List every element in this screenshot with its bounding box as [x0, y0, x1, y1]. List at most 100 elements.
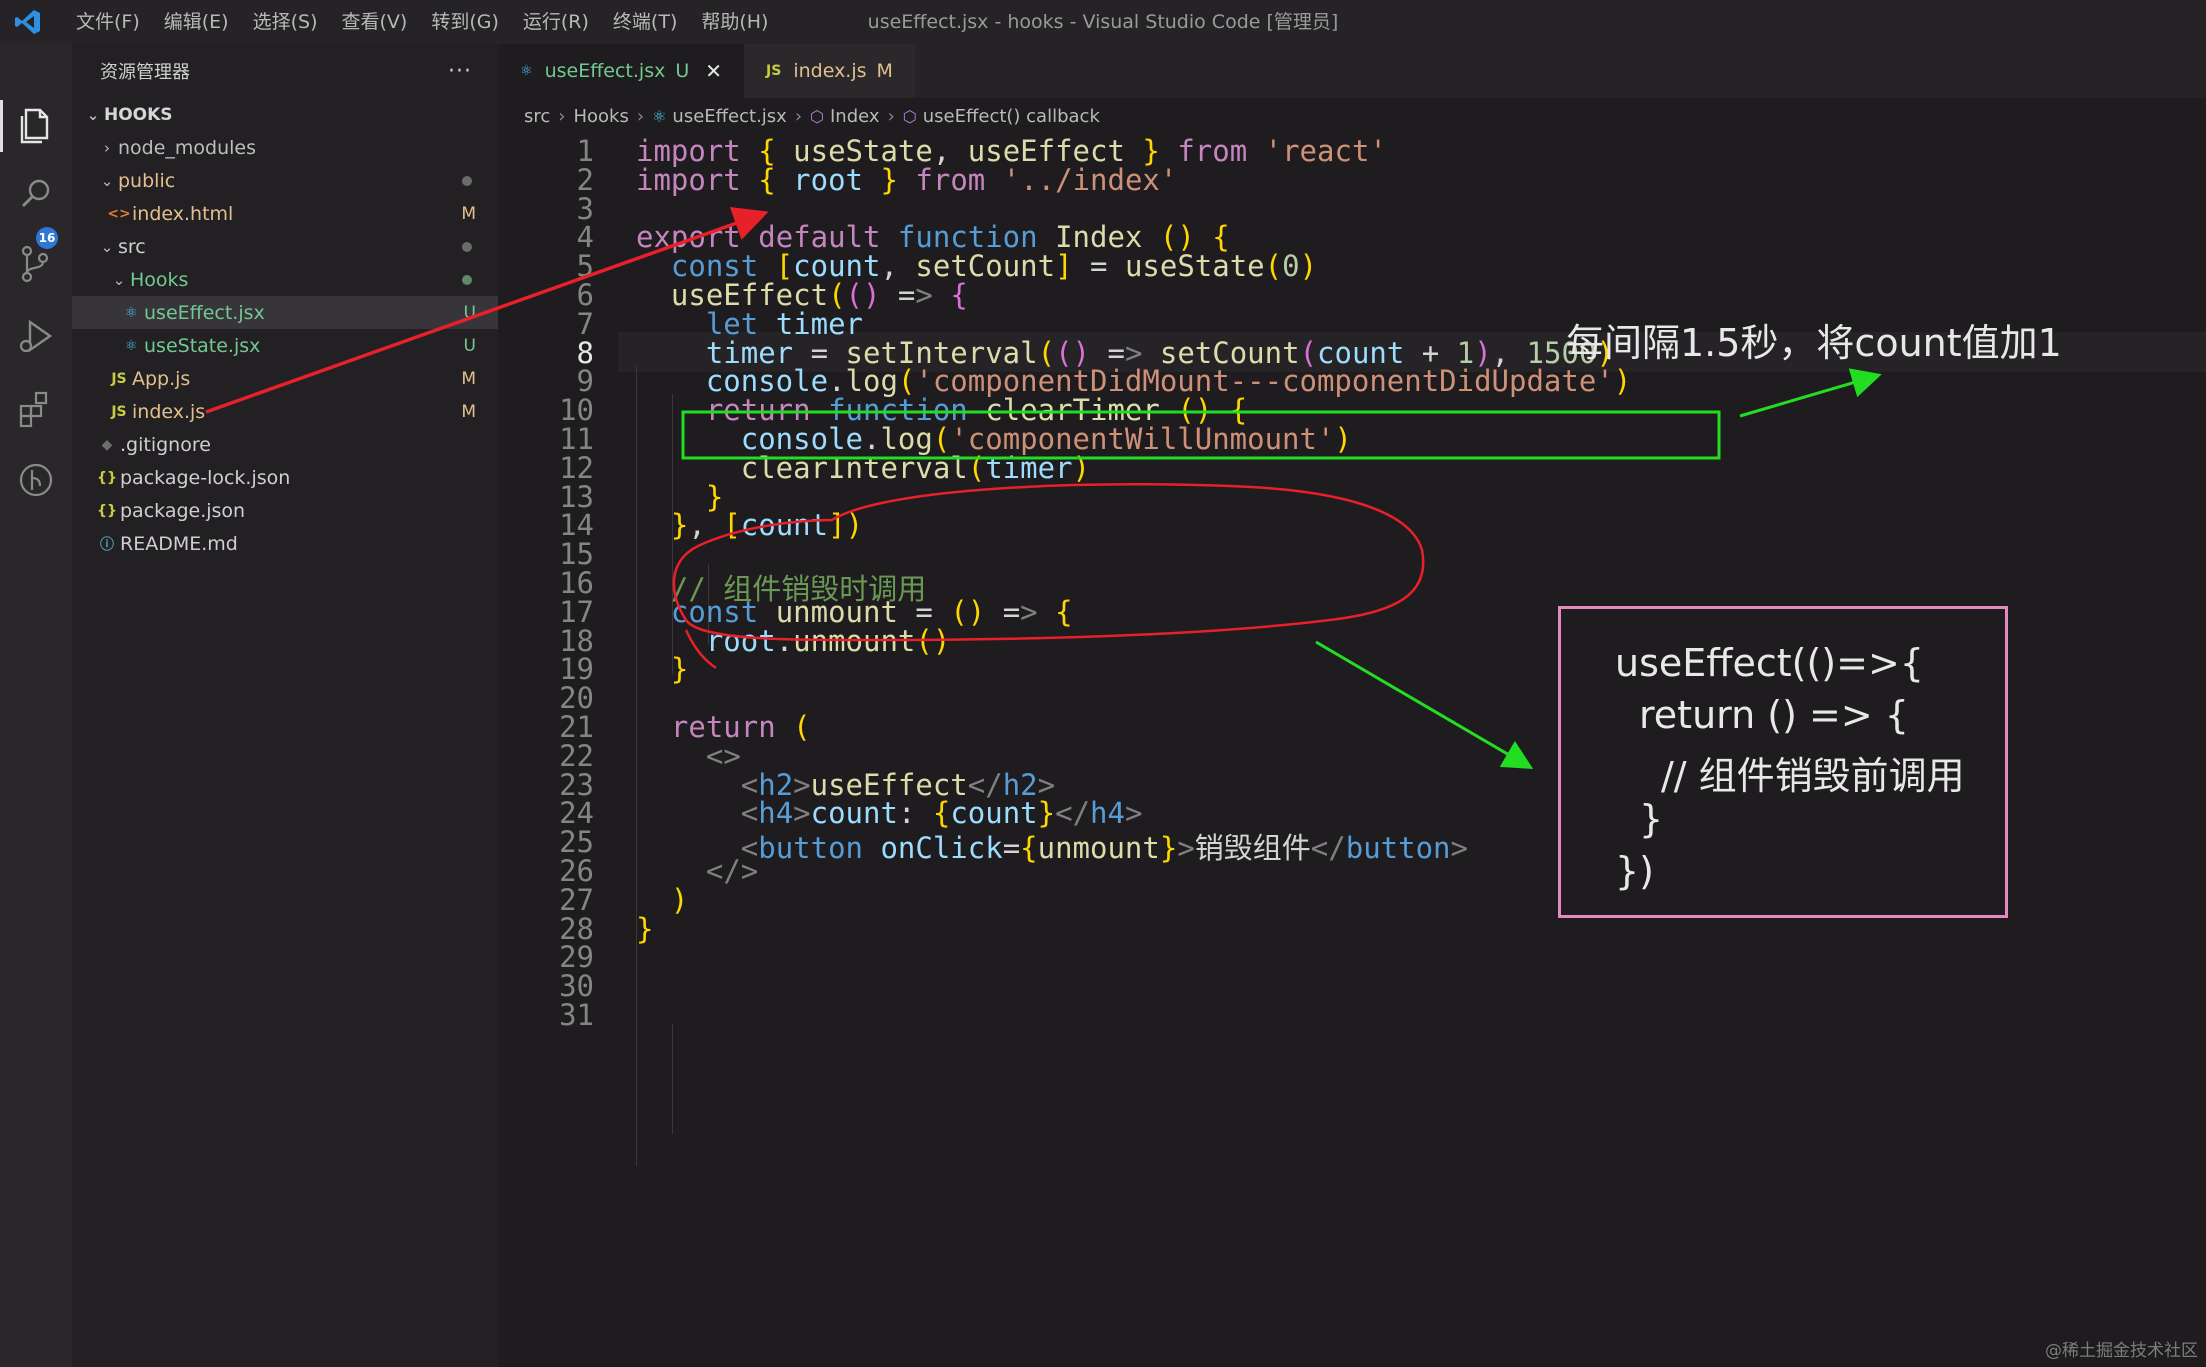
menu-go[interactable]: 转到(G) [419, 0, 511, 44]
tab-index-js[interactable]: JS index.js M [744, 44, 915, 98]
project-folder-header[interactable]: ⌄ HOOKS [72, 98, 498, 131]
tree-item-label: package.json [120, 499, 246, 522]
json-icon: {} [97, 469, 117, 486]
json-icon: {} [97, 502, 117, 519]
js-file-icon: JS [111, 370, 127, 387]
tab-label: index.js [793, 60, 867, 82]
tree-item-public[interactable]: ⌄ public [72, 164, 498, 197]
menu-file[interactable]: 文件(F) [64, 0, 152, 44]
activity-bar: 16 [0, 44, 72, 1367]
code-line[interactable]: }, [count]) [636, 508, 863, 542]
annotation-box-line: }) [1615, 849, 1655, 893]
tree-item-label: useEffect.jsx [144, 301, 265, 324]
menu-edit[interactable]: 编辑(E) [152, 0, 241, 44]
breadcrumb: src › Hooks › ⚛ useEffect.jsx › ⬡ Index … [498, 98, 2206, 134]
react-icon: ⚛ [124, 337, 138, 354]
react-icon: ⚛ [652, 106, 667, 126]
react-icon: ⚛ [124, 304, 138, 321]
breadcrumb-item[interactable]: Index [830, 106, 880, 127]
chevron-down-icon: ⌄ [86, 105, 100, 124]
annotation-box-line: useEffect(()=>{ [1615, 641, 1924, 685]
code-line[interactable]: } [636, 912, 653, 946]
tree-item-package-lock-json[interactable]: {} package-lock.json [72, 461, 498, 494]
tree-item-label: index.html [132, 202, 234, 225]
chevron-down-icon: ⌄ [100, 237, 114, 256]
chevron-right-icon: › [558, 105, 566, 127]
line-number: 31 [559, 998, 594, 1032]
source-control-badge: 16 [36, 227, 58, 249]
modified-dot [462, 274, 472, 285]
code-line[interactable]: <button onClick={unmount}>销毁组件</button> [636, 825, 1468, 867]
chevron-right-icon: › [887, 105, 895, 127]
close-icon[interactable]: ✕ [705, 59, 722, 83]
explorer-icon[interactable] [14, 104, 58, 148]
more-actions-button[interactable]: ··· [448, 59, 472, 84]
tree-item-label: App.js [132, 367, 191, 390]
search-icon[interactable] [14, 172, 58, 216]
menu-selection[interactable]: 选择(S) [241, 0, 330, 44]
gitignore-icon: ◆ [101, 436, 113, 453]
menu-view[interactable]: 查看(V) [330, 0, 420, 44]
tree-item-label: .gitignore [120, 433, 211, 456]
tree-item-label: public [118, 169, 176, 192]
git-graph-icon[interactable] [14, 458, 58, 502]
git-status: M [461, 203, 476, 224]
tree-item-label: README.md [120, 532, 238, 555]
tree-item-src[interactable]: ⌄ src [72, 230, 498, 263]
git-status: U [463, 335, 476, 356]
modified-dot [462, 175, 472, 186]
tab-bar: ⚛ useEffect.jsx U ✕ JS index.js M [498, 44, 2206, 98]
annotation-note: 每间隔1.5秒，将count值加1 [1566, 321, 2062, 365]
vscode-logo-icon [15, 10, 40, 34]
extensions-icon[interactable] [14, 386, 58, 430]
tree-item-hooks[interactable]: ⌄ Hooks [72, 263, 498, 296]
html-icon: <> [107, 205, 131, 222]
annotation-box: useEffect(()=>{ return () => { // 组件销毁前调… [1558, 606, 2008, 918]
tree-item-index-html[interactable]: <> index.html M [72, 197, 498, 230]
tree-item-label: index.js [132, 400, 206, 423]
code-line[interactable]: import { root } from '../index' [636, 163, 1177, 197]
explorer-header: 资源管理器 ··· [72, 44, 498, 98]
tree-item-node-modules[interactable]: › node_modules [72, 131, 498, 164]
breadcrumb-item[interactable]: src [524, 106, 550, 127]
code-line[interactable]: } [636, 652, 688, 686]
title-bar: 文件(F) 编辑(E) 选择(S) 查看(V) 转到(G) 运行(R) 终端(T… [0, 0, 2206, 44]
annotation-box-line: } [1639, 797, 1664, 841]
explorer-sidebar: 资源管理器 ··· ⌄ HOOKS › node_modules ⌄ publi… [72, 44, 498, 1367]
chevron-right-icon: › [794, 105, 803, 127]
menu-run[interactable]: 运行(R) [511, 0, 601, 44]
breadcrumb-item[interactable]: Hooks [573, 106, 628, 127]
tree-item-label: useState.jsx [144, 334, 261, 357]
active-view-marker [0, 100, 3, 152]
js-file-icon: JS [111, 403, 127, 420]
menu-help[interactable]: 帮助(H) [689, 0, 780, 44]
indent-guide [672, 1024, 673, 1134]
tree-item-label: package-lock.json [120, 466, 291, 489]
breadcrumb-item[interactable]: useEffect.jsx [672, 106, 786, 127]
tree-item-useeffect-jsx[interactable]: ⚛ useEffect.jsx U [72, 296, 498, 329]
tree-item-app-js[interactable]: JS App.js M [72, 362, 498, 395]
breadcrumb-item[interactable]: useEffect() callback [923, 106, 1100, 127]
tree-item-gitignore[interactable]: ◆ .gitignore [72, 428, 498, 461]
project-name: HOOKS [104, 104, 173, 125]
source-control-icon[interactable] [14, 242, 58, 286]
git-status: U [463, 302, 476, 323]
chevron-down-icon: ⌄ [100, 171, 114, 190]
explorer-title: 资源管理器 [100, 62, 190, 83]
run-debug-icon[interactable] [14, 314, 58, 358]
tab-useeffect-jsx[interactable]: ⚛ useEffect.jsx U ✕ [498, 44, 745, 98]
tree-item-readme-md[interactable]: ⓘ README.md [72, 527, 498, 560]
tab-git-status: M [876, 60, 893, 82]
menu-terminal[interactable]: 终端(T) [601, 0, 689, 44]
tree-item-index-js[interactable]: JS index.js M [72, 395, 498, 428]
tree-item-label: Hooks [130, 268, 189, 291]
tree-item-package-json[interactable]: {} package.json [72, 494, 498, 527]
tree-item-label: node_modules [118, 136, 257, 159]
tree-item-usestate-jsx[interactable]: ⚛ useState.jsx U [72, 329, 498, 362]
git-status: M [461, 401, 476, 422]
annotation-box-line: return () => { [1639, 693, 1909, 737]
js-file-icon: JS [766, 63, 782, 79]
chevron-right-icon: › [636, 105, 645, 127]
watermark: @稀土掘金技术社区 [2045, 1341, 2198, 1361]
git-status: M [461, 368, 476, 389]
